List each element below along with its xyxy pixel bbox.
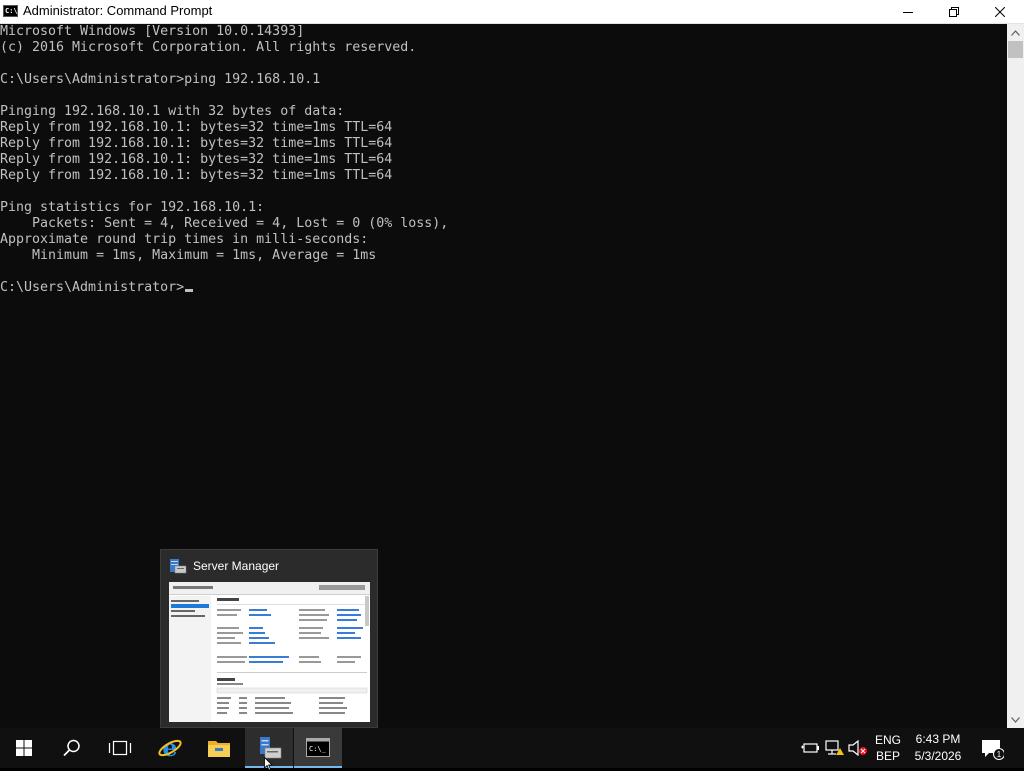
close-button[interactable] <box>977 0 1023 23</box>
command-prompt-taskbar-button[interactable]: C:\_ <box>294 728 342 768</box>
console-line: Pinging 192.168.10.1 with 32 bytes of da… <box>0 104 345 119</box>
language-code: ENG <box>874 733 901 747</box>
scroll-thumb[interactable] <box>1008 41 1023 58</box>
task-view-button[interactable] <box>96 728 144 768</box>
text-cursor <box>185 289 194 292</box>
power-icon[interactable] <box>800 738 820 758</box>
battery-power-icon <box>801 743 819 753</box>
title-bar[interactable]: C:\ Administrator: Command Prompt <box>0 0 1024 24</box>
keyboard-layout-code: BEP <box>875 749 900 763</box>
internet-explorer-button[interactable]: e <box>146 728 194 768</box>
clock-time: 6:43 PM <box>915 732 961 746</box>
cmd-icon: C:\ <box>3 5 18 17</box>
console-line: Packets: Sent = 4, Received = 4, Lost = … <box>0 216 449 231</box>
restore-button[interactable] <box>931 0 977 23</box>
console-line: Minimum = 1ms, Maximum = 1ms, Average = … <box>0 248 377 263</box>
console-line: Approximate round trip times in milli-se… <box>0 232 369 247</box>
system-clock[interactable]: 6:43 PM 5/3/2026 <box>910 731 966 765</box>
network-icon[interactable] <box>824 738 844 758</box>
vertical-scrollbar[interactable] <box>1007 24 1024 728</box>
window-title: Administrator: Command Prompt <box>23 3 213 18</box>
restore-icon <box>949 6 959 17</box>
clock-date: 5/3/2026 <box>914 749 962 763</box>
taskbar: e C:\_ <box>0 728 1024 768</box>
close-icon <box>995 6 1005 17</box>
internet-explorer-icon: e <box>158 735 182 761</box>
file-explorer-icon <box>208 741 230 757</box>
command-prompt-icon: C:\_ <box>306 738 330 757</box>
input-language-indicator[interactable]: ENG BEP <box>873 732 903 764</box>
scroll-down-button[interactable] <box>1007 711 1024 728</box>
chevron-down-icon <box>1011 716 1020 723</box>
console-line: Reply from 192.168.10.1: bytes=32 time=1… <box>0 136 393 151</box>
notification-count: 1 <box>997 750 1002 759</box>
start-button[interactable] <box>0 728 48 768</box>
action-center-button[interactable]: 1 <box>980 738 1005 760</box>
preview-title: Server Manager <box>193 559 280 573</box>
speaker-muted-icon <box>848 740 867 756</box>
console-line: C:\Users\Administrator>ping 192.168.10.1 <box>0 72 321 87</box>
windows-logo-icon <box>16 740 32 756</box>
console-line: Reply from 192.168.10.1: bytes=32 time=1… <box>0 168 393 183</box>
server-manager-icon <box>170 559 187 574</box>
network-warning-icon <box>825 740 844 755</box>
console-line: Microsoft Windows [Version 10.0.14393] <box>0 24 305 39</box>
console-output[interactable]: Microsoft Windows [Version 10.0.14393] (… <box>0 24 1007 728</box>
command-prompt-window[interactable]: C:\ Administrator: Command Prompt Micros… <box>0 0 1024 728</box>
task-view-icon <box>108 740 132 756</box>
svg-text:e: e <box>162 735 177 761</box>
file-explorer-button[interactable] <box>195 728 243 768</box>
prompt-text: C:\Users\Administrator> <box>0 280 185 295</box>
search-button[interactable] <box>48 728 96 768</box>
command-prompt-line[interactable]: C:\Users\Administrator> <box>0 280 194 296</box>
console-line: Reply from 192.168.10.1: bytes=32 time=1… <box>0 120 393 135</box>
volume-icon[interactable] <box>848 738 868 758</box>
scroll-up-button[interactable] <box>1007 24 1024 41</box>
svg-text:C:\_: C:\_ <box>309 745 327 753</box>
console-line: (c) 2016 Microsoft Corporation. All righ… <box>0 40 417 55</box>
console-line: Ping statistics for 192.168.10.1: <box>0 200 265 215</box>
minimize-icon <box>903 11 913 13</box>
console-line: Reply from 192.168.10.1: bytes=32 time=1… <box>0 152 393 167</box>
chevron-up-icon <box>1011 29 1020 36</box>
search-icon <box>63 739 80 757</box>
window-thumbnail-image <box>169 582 370 722</box>
server-manager-thumbnail[interactable] <box>169 582 370 722</box>
notification-icon: 1 <box>982 740 1005 760</box>
minimize-button[interactable] <box>885 0 931 23</box>
server-manager-preview[interactable]: Server Manager <box>160 549 378 728</box>
mouse-pointer-icon <box>264 757 273 771</box>
